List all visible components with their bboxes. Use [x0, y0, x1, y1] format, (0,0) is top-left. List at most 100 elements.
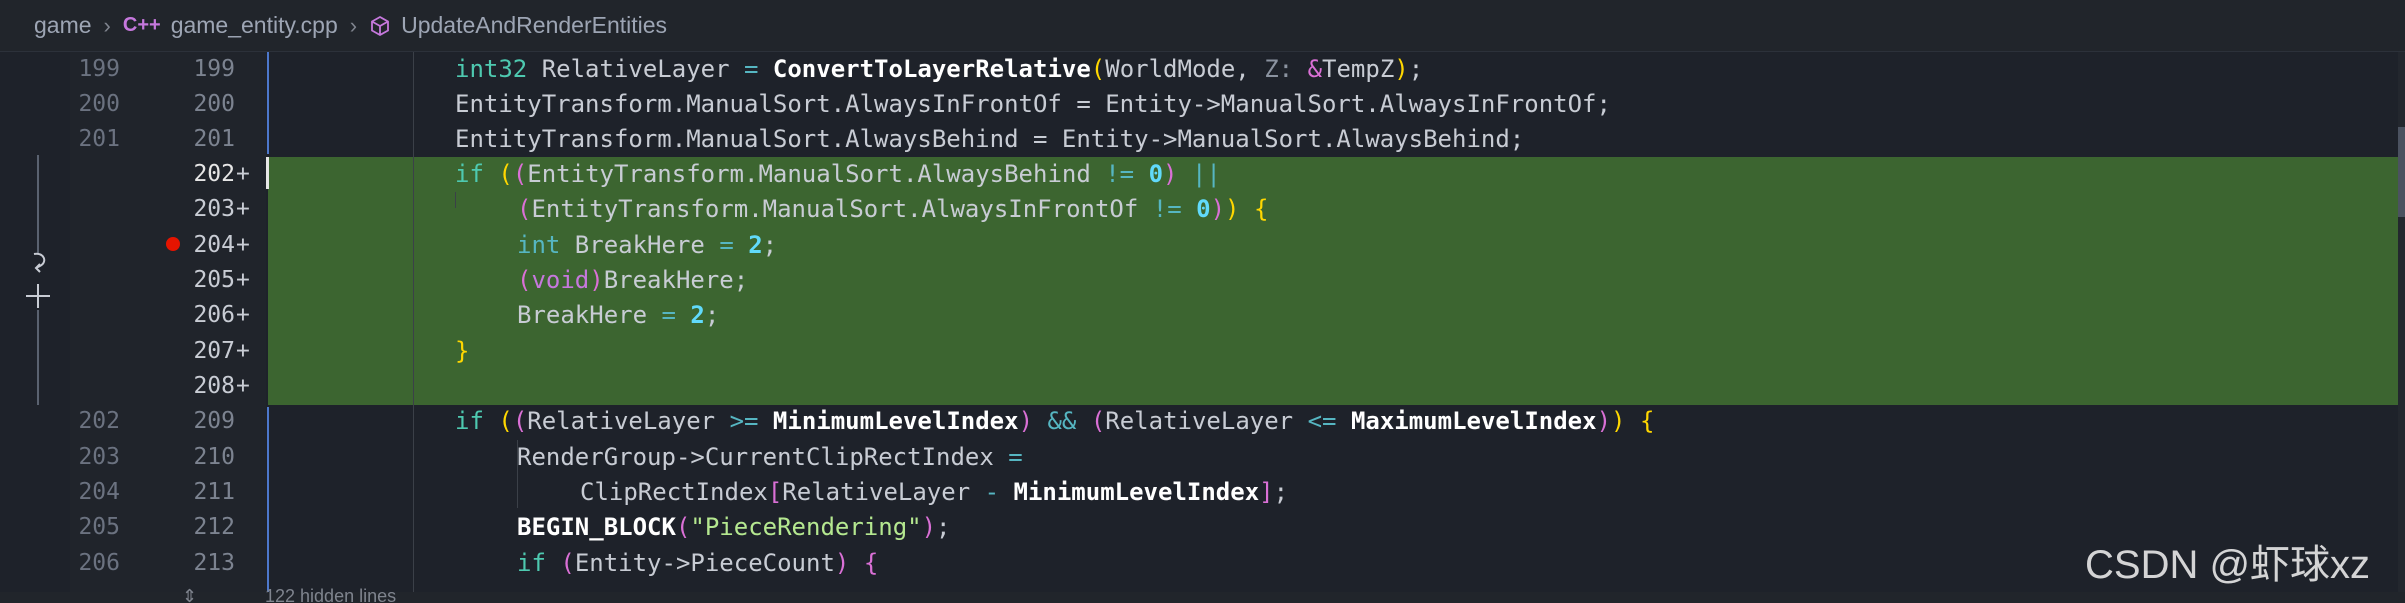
code-line[interactable]: RenderGroup->CurrentClipRectIndex =	[517, 440, 1023, 475]
keyword: if	[455, 407, 484, 435]
vertical-scrollbar[interactable]	[2398, 52, 2405, 603]
breadcrumb-file[interactable]: game_entity.cpp	[171, 12, 338, 39]
identifier: RelativeLayer	[782, 478, 985, 506]
old-line-number: 203	[78, 444, 120, 470]
added-marker: +	[236, 373, 250, 399]
identifier: ClipRectIndex	[580, 478, 768, 506]
hidden-lines-bar[interactable]: ⇕ 122 hidden lines	[0, 586, 2405, 603]
operator: =	[1008, 443, 1023, 471]
semicolon: ;	[762, 231, 778, 259]
code-line[interactable]: BreakHere = 2;	[517, 298, 719, 333]
identifier: BreakHere;	[603, 266, 749, 294]
paren: (	[1090, 407, 1106, 435]
new-line-number[interactable]: 205	[150, 263, 235, 298]
type-keyword: int32	[455, 55, 528, 83]
paren: )	[589, 266, 604, 294]
added-marker: +	[236, 161, 250, 187]
paren: (	[498, 160, 513, 188]
hidden-lines-label[interactable]: 122 hidden lines	[265, 586, 396, 603]
new-line-number[interactable]: 201	[150, 122, 235, 157]
new-line-number[interactable]: 210	[150, 440, 235, 475]
identifier: MinimumLevelIndex	[772, 407, 1019, 435]
code-line[interactable]: if ((EntityTransform.ManualSort.AlwaysBe…	[455, 157, 1221, 192]
keyword: if	[455, 160, 484, 188]
number: 0	[1196, 195, 1211, 223]
operator: <=	[1307, 407, 1337, 435]
old-line-number: 204	[78, 479, 120, 505]
paren: (	[517, 195, 532, 223]
number: 0	[1148, 160, 1164, 188]
code-line[interactable]: BEGIN_BLOCK("PieceRendering");	[517, 510, 951, 545]
operator: >=	[729, 407, 759, 435]
operator: =	[719, 231, 734, 259]
string-literal: "PieceRendering"	[690, 513, 922, 541]
new-line-number[interactable]: 209	[150, 404, 235, 439]
code-line[interactable]: (EntityTransform.ManualSort.AlwaysInFron…	[517, 192, 1268, 227]
code-line[interactable]: int BreakHere = 2;	[517, 228, 777, 263]
paren: (	[560, 549, 575, 577]
code-line[interactable]: EntityTransform.ManualSort.AlwaysInFront…	[455, 87, 1611, 122]
expression: EntityTransform.ManualSort.AlwaysInFront…	[531, 195, 1153, 223]
operator: =	[744, 55, 759, 83]
paren: (	[1090, 55, 1106, 83]
new-line-number[interactable]: 199	[150, 52, 235, 87]
paren: )	[1225, 195, 1240, 223]
operator: &	[1307, 55, 1323, 83]
new-line-number[interactable]: 203	[150, 192, 235, 227]
identifier: RenderGroup->CurrentClipRectIndex	[517, 443, 1009, 471]
new-line-number[interactable]: 212	[150, 510, 235, 545]
new-line-number[interactable]: 202	[150, 157, 235, 192]
type-keyword: void	[531, 266, 590, 294]
bracket: ]	[1259, 478, 1274, 506]
paren: )	[1210, 195, 1226, 223]
new-line-number[interactable]: 207	[150, 334, 235, 369]
code-line[interactable]: ClipRectIndex[RelativeLayer - MinimumLev…	[580, 475, 1288, 510]
new-line-number[interactable]: 206	[150, 298, 235, 333]
new-line-number[interactable]: 200	[150, 87, 235, 122]
function-name: ConvertToLayerRelative	[772, 55, 1091, 83]
breadcrumb: game › C++ game_entity.cpp › UpdateAndRe…	[0, 0, 2405, 52]
breadcrumb-function[interactable]: UpdateAndRenderEntities	[401, 12, 667, 39]
paren: (	[517, 266, 532, 294]
unfold-icon[interactable]: ⇕	[182, 586, 197, 603]
code-line[interactable]: int32 RelativeLayer = ConvertToLayerRela…	[455, 52, 1423, 87]
identifier: RelativeLayer	[1105, 407, 1308, 435]
new-line-number[interactable]: 211	[150, 475, 235, 510]
old-line-number: 199	[78, 56, 120, 82]
argument: TempZ	[1322, 55, 1395, 83]
new-line-number[interactable]: 204	[150, 228, 235, 263]
identifier: RelativeLayer	[527, 407, 730, 435]
code-line[interactable]: (void)BreakHere;	[517, 263, 748, 298]
operator: !=	[1105, 160, 1135, 188]
breadcrumb-folder[interactable]: game	[34, 12, 92, 39]
code-line[interactable]: EntityTransform.ManualSort.AlwaysBehind …	[455, 122, 1524, 157]
identifier: Entity->PieceCount	[574, 549, 835, 577]
argument: WorldMode,	[1105, 55, 1265, 83]
type-keyword: int	[517, 231, 561, 259]
paren: )	[834, 549, 850, 577]
new-line-number[interactable]: 213	[150, 546, 235, 581]
semicolon: ;	[1273, 478, 1289, 506]
operator: ||	[1191, 160, 1221, 188]
brace: {	[1639, 407, 1655, 435]
code-line[interactable]: }	[455, 334, 469, 369]
operator: !=	[1152, 195, 1182, 223]
new-line-number[interactable]: 208	[150, 369, 235, 404]
old-line-number: 200	[78, 91, 120, 117]
old-line-number: 206	[78, 550, 120, 576]
chevron-right-icon: ›	[103, 12, 111, 38]
code-line[interactable]: if (Entity->PieceCount) {	[517, 546, 878, 581]
chevron-right-icon: ›	[349, 12, 358, 38]
added-marker: +	[236, 267, 250, 293]
code-line[interactable]: if ((RelativeLayer >= MinimumLevelIndex)…	[455, 404, 1654, 439]
cpp-file-icon: C++	[122, 14, 161, 36]
scrollbar-thumb[interactable]	[2398, 127, 2405, 217]
